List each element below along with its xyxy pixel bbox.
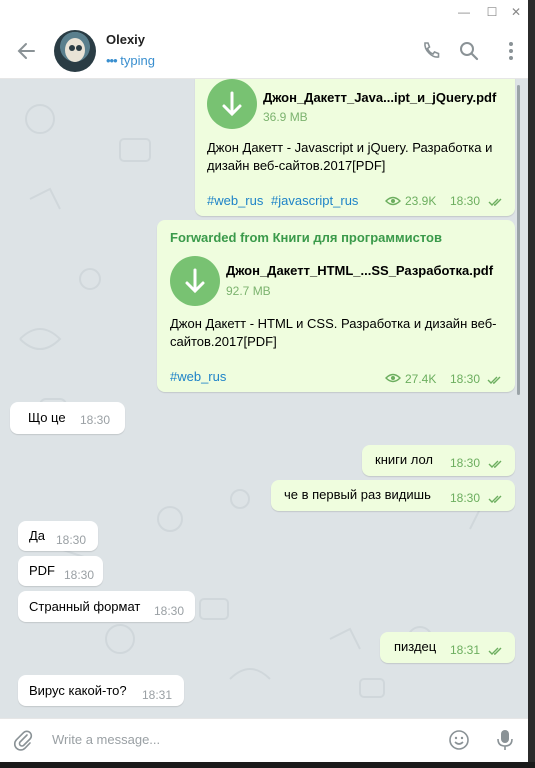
file-size: 36.9 MB [263,110,308,124]
incoming-message[interactable]: Що це 18:30 [10,402,125,434]
message-text: Що це [28,410,66,425]
message-text-line: дизайн веб-сайтов.2017[PDF] [207,158,386,173]
double-check-icon [487,376,501,384]
typing-status: ••• typing [106,53,155,68]
forwarded-from-label[interactable]: Forwarded from Книги для программистов [170,230,442,245]
title-bar: — ☐ ✕ [0,0,528,24]
double-check-icon [488,495,502,503]
maximize-icon[interactable]: ☐ [484,4,500,20]
forwarded-file-message[interactable]: Forwarded from Книги для программистов Д… [157,220,515,392]
outgoing-message[interactable]: пиздец 18:31 [380,632,515,663]
message-text: Вирус какой-то? [29,683,127,698]
emoji-icon[interactable] [448,729,470,751]
eye-icon [385,373,401,383]
file-name[interactable]: Джон_Дакетт_Java...ipt_и_jQuery.pdf [263,90,496,105]
search-icon[interactable] [458,40,480,62]
file-message[interactable]: Джон_Дакетт_Java...ipt_и_jQuery.pdf 36.9… [195,79,515,216]
double-check-icon [488,647,502,655]
message-text: Джон Дакетт - HTML и CSS. Разработка и д… [170,315,510,351]
double-check-icon [488,198,502,206]
minimize-icon[interactable]: — [456,4,472,20]
telegram-window: — ☐ ✕ Olexiy ••• typing Джон_Дакетт_Java… [0,0,528,768]
status-text: typing [120,53,155,68]
message-text-line: Джон Дакетт - Javascript и jQuery. Разра… [207,140,493,155]
message-composer: Write a message... [0,718,528,763]
window-edge [528,0,535,768]
message-text: Да [29,528,46,543]
download-button[interactable] [170,256,220,306]
close-icon[interactable]: ✕ [508,4,524,20]
view-count: 27.4K [405,372,437,386]
message-text: пиздец [394,639,437,654]
message-time: 18:30 [56,533,87,547]
outgoing-message[interactable]: книги лол 18:30 [362,445,515,476]
message-list[interactable]: Джон_Дакетт_Java...ipt_и_jQuery.pdf 36.9… [0,79,528,718]
scrollbar-thumb[interactable] [517,85,520,395]
message-text: книги лол [375,452,434,467]
message-text: че в первый раз видишь [284,487,431,502]
message-text-line: сайтов.2017[PDF] [170,334,277,349]
back-arrow-icon[interactable] [14,38,40,64]
phone-icon[interactable] [420,40,442,62]
eye-icon [385,196,401,206]
download-icon [185,268,205,294]
message-time: 18:30 [450,372,481,386]
message-text: PDF [29,563,55,578]
message-text: Джон Дакетт - Javascript и jQuery. Разра… [207,139,517,175]
incoming-message[interactable]: Да 18:30 [18,521,98,551]
double-check-icon [488,460,502,468]
message-time: 18:31 [450,643,481,657]
outgoing-message[interactable]: че в первый раз видишь 18:30 [271,480,515,511]
file-size: 92.7 MB [226,284,271,298]
incoming-message[interactable]: Вирус какой-то? 18:31 [18,675,184,706]
microphone-icon[interactable] [494,728,516,752]
typing-dots-icon: ••• [106,53,118,68]
view-count: 23.9K [405,194,437,208]
message-text-line: Джон Дакетт - HTML и CSS. Разработка и д… [170,316,497,331]
more-vertical-icon[interactable] [500,40,522,62]
contact-name[interactable]: Olexiy [106,32,145,47]
avatar[interactable] [54,30,96,72]
attach-icon[interactable] [12,729,34,751]
hashtag-link[interactable]: #javascript_rus [271,193,358,208]
message-time: 18:30 [154,604,185,618]
hashtag-link[interactable]: #web_rus [170,369,226,384]
taskbar [0,762,535,768]
hashtag-link[interactable]: #web_rus [207,193,263,208]
message-text: Странный формат [29,599,141,614]
chat-header: Olexiy ••• typing [0,24,528,79]
incoming-message[interactable]: PDF 18:30 [18,556,103,586]
download-button[interactable] [207,79,257,129]
message-time: 18:30 [64,568,95,582]
scrollbar[interactable] [517,79,521,718]
message-time: 18:30 [450,194,481,208]
message-time: 18:31 [142,688,173,702]
message-time: 18:30 [450,456,481,470]
file-name[interactable]: Джон_Дакетт_HTML_...SS_Разработка.pdf [226,263,493,278]
message-time: 18:30 [80,413,111,427]
message-input[interactable]: Write a message... [52,732,160,747]
download-icon [222,91,242,117]
incoming-message[interactable]: Странный формат 18:30 [18,591,195,622]
message-time: 18:30 [450,491,481,505]
